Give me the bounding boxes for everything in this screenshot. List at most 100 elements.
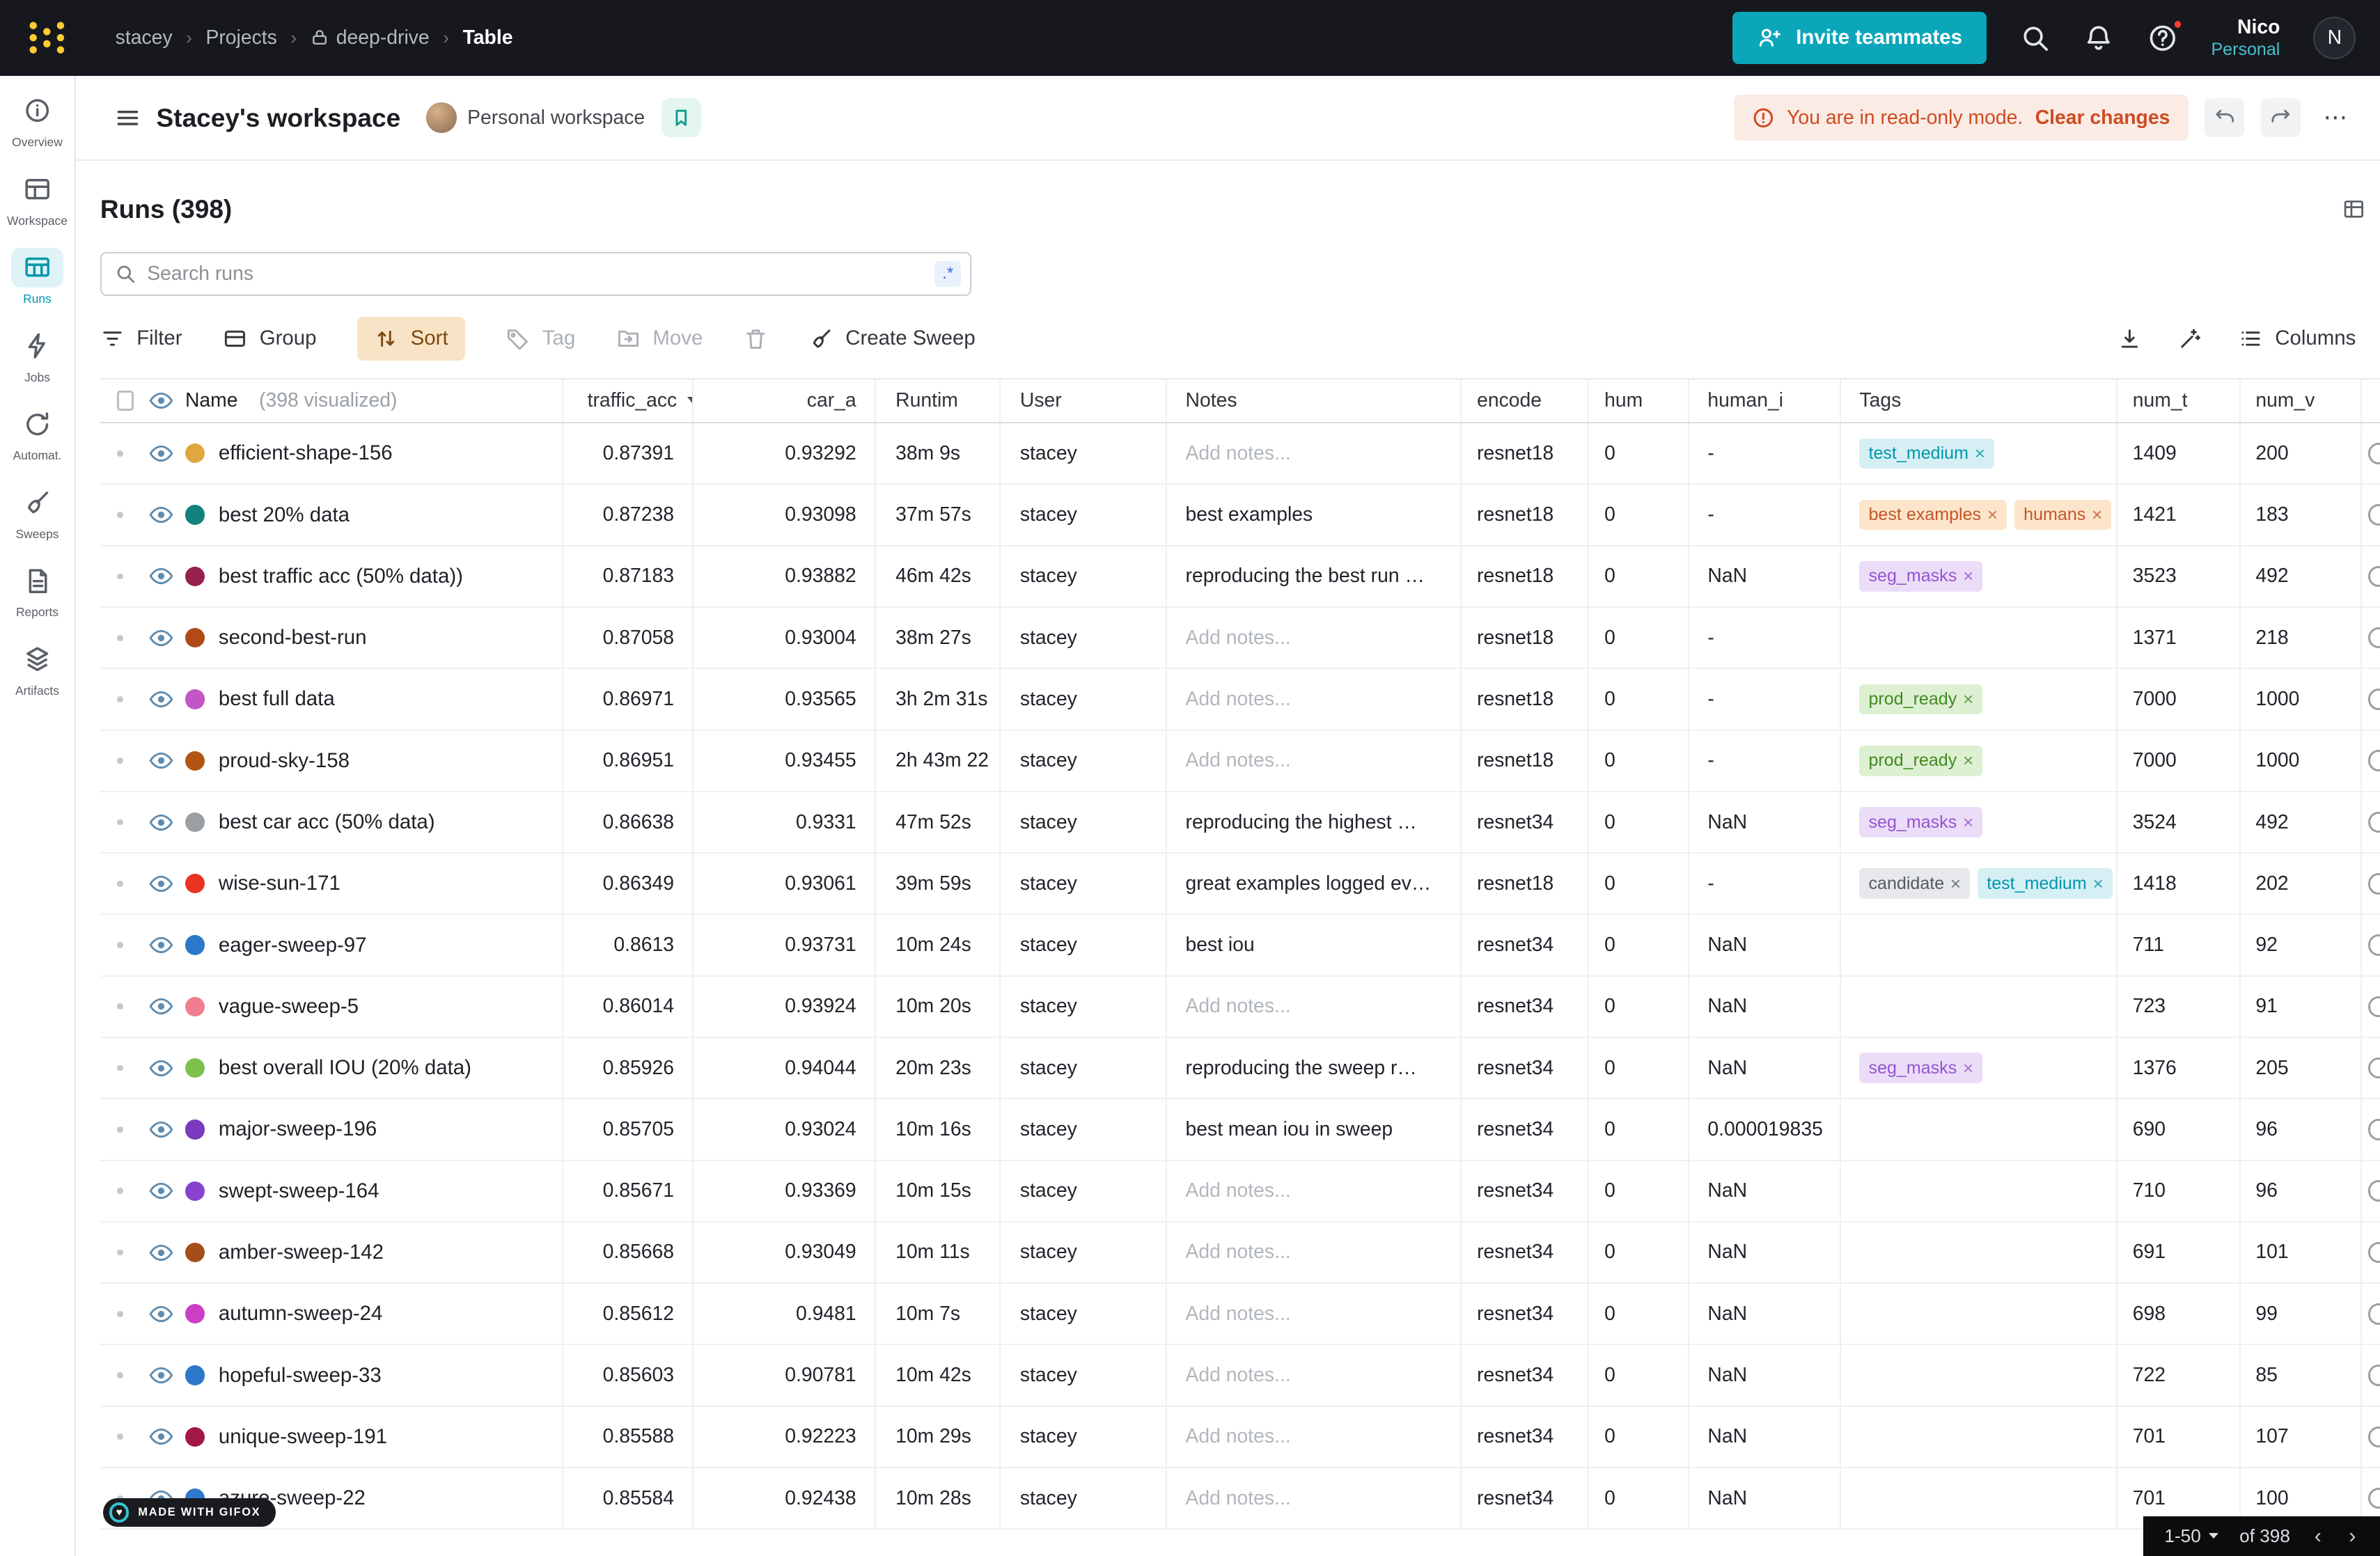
sidebar-item-artifacts[interactable]: Artifacts <box>0 640 75 698</box>
user-block[interactable]: Nico Personal <box>2211 15 2280 60</box>
table-row[interactable]: best 20% data0.872380.9309837m 57sstacey… <box>100 485 2380 546</box>
table-row[interactable]: proud-sky-1580.869510.934552h 43m 22stac… <box>100 731 2380 792</box>
sidebar-item-runs[interactable]: Runs <box>0 248 75 306</box>
notes-cell[interactable]: Add notes... <box>1167 731 1462 791</box>
tag-remove-icon[interactable]: × <box>1975 443 1985 464</box>
run-visibility-toggle[interactable] <box>146 977 179 1037</box>
sort-button[interactable]: Sort <box>357 317 464 361</box>
tag-remove-icon[interactable]: × <box>1963 750 1973 771</box>
run-visibility-toggle[interactable] <box>146 1407 179 1467</box>
run-name-link[interactable]: autumn-sweep-24 <box>219 1302 383 1326</box>
tag[interactable]: prod_ready× <box>1859 746 1982 776</box>
tag-remove-icon[interactable]: × <box>1963 689 1973 710</box>
run-name-link[interactable]: vague-sweep-5 <box>219 995 359 1019</box>
drag-handle[interactable] <box>100 1099 146 1159</box>
tag[interactable]: test_medium× <box>1859 439 1994 469</box>
tag-remove-icon[interactable]: × <box>1950 873 1961 895</box>
redo-button[interactable] <box>2261 98 2301 138</box>
table-row[interactable]: efficient-shape-1560.873910.9329238m 9ss… <box>100 423 2380 485</box>
run-name-link[interactable]: best car acc (50% data) <box>219 810 435 834</box>
run-name-link[interactable]: best overall IOU (20% data) <box>219 1056 471 1080</box>
column-header-tags[interactable]: Tags <box>1841 379 2117 422</box>
drag-handle[interactable] <box>100 1038 146 1098</box>
notes-cell[interactable]: Add notes... <box>1167 1223 1462 1282</box>
wandb-logo-icon[interactable] <box>27 19 67 56</box>
sidebar-item-automations[interactable]: Automat. <box>0 404 75 463</box>
notes-cell[interactable]: reproducing the sweep r… <box>1167 1038 1462 1098</box>
tag[interactable]: seg_masks× <box>1859 561 1982 592</box>
magic-wand-button[interactable] <box>2178 327 2202 351</box>
tag[interactable]: candidate× <box>1859 868 1970 899</box>
table-row[interactable]: best overall IOU (20% data)0.859260.9404… <box>100 1038 2380 1099</box>
table-settings-icon[interactable] <box>2342 198 2365 221</box>
run-visibility-toggle[interactable] <box>146 1099 179 1159</box>
tag[interactable]: humans× <box>2014 500 2111 531</box>
search-runs-input[interactable] <box>147 262 924 285</box>
drag-handle[interactable] <box>100 1284 146 1344</box>
notes-cell[interactable]: Add notes... <box>1167 1345 1462 1405</box>
avatar[interactable]: N <box>2313 17 2356 59</box>
search-icon[interactable] <box>2020 23 2051 54</box>
sidebar-item-overview[interactable]: Overview <box>0 91 75 150</box>
run-visibility-toggle[interactable] <box>146 1345 179 1405</box>
table-row[interactable]: best car acc (50% data)0.866380.933147m … <box>100 792 2380 854</box>
table-row[interactable]: vague-sweep-50.860140.9392410m 20sstacey… <box>100 977 2380 1038</box>
column-header-encoder[interactable]: encode <box>1462 379 1589 422</box>
filter-button[interactable]: Filter <box>100 327 182 351</box>
table-row[interactable]: best full data0.869710.935653h 2m 31ssta… <box>100 669 2380 730</box>
column-header-human-iou[interactable]: human_i <box>1689 379 1841 422</box>
tag-remove-icon[interactable]: × <box>2092 873 2103 895</box>
column-header-num-humans[interactable]: hum <box>1589 379 1689 422</box>
run-visibility-toggle[interactable] <box>146 792 179 852</box>
tag-remove-icon[interactable]: × <box>2092 504 2102 526</box>
table-row[interactable]: autumn-sweep-240.856120.948110m 7sstacey… <box>100 1284 2380 1345</box>
drag-handle[interactable] <box>100 669 146 729</box>
run-name-link[interactable]: amber-sweep-142 <box>219 1241 384 1264</box>
tag-button[interactable]: Tag <box>506 327 575 351</box>
column-header-num-train[interactable]: num_t <box>2117 379 2241 422</box>
toggle-all-visibility[interactable] <box>146 379 179 422</box>
run-visibility-toggle[interactable] <box>146 915 179 975</box>
column-header-num-val[interactable]: num_v <box>2241 379 2362 422</box>
tag-remove-icon[interactable]: × <box>1963 812 1973 833</box>
table-row[interactable]: unique-sweep-1910.855880.9222310m 29ssta… <box>100 1407 2380 1468</box>
run-name-link[interactable]: best traffic acc (50% data)) <box>219 565 463 588</box>
breadcrumb-current[interactable]: Table <box>463 26 513 49</box>
run-visibility-toggle[interactable] <box>146 854 179 913</box>
next-page-icon[interactable]: › <box>2346 1524 2359 1548</box>
notes-cell[interactable]: Add notes... <box>1167 1161 1462 1221</box>
export-download-button[interactable] <box>2117 327 2142 351</box>
page-size-selector[interactable]: 1-50 <box>2164 1525 2218 1547</box>
drag-handle[interactable] <box>100 792 146 852</box>
move-button[interactable]: Move <box>616 327 703 351</box>
table-row[interactable]: major-sweep-1960.857050.9302410m 16sstac… <box>100 1099 2380 1161</box>
run-visibility-toggle[interactable] <box>146 1038 179 1098</box>
tag[interactable]: prod_ready× <box>1859 684 1982 715</box>
columns-button[interactable]: Columns <box>2239 327 2356 351</box>
notes-cell[interactable]: great examples logged ev… <box>1167 854 1462 913</box>
notifications-bell-icon[interactable] <box>2083 23 2114 54</box>
run-name-link[interactable]: best full data <box>219 687 335 711</box>
drag-handle[interactable] <box>100 915 146 975</box>
hamburger-menu-icon[interactable] <box>116 106 140 130</box>
run-name-link[interactable]: wise-sun-171 <box>219 872 340 895</box>
tag[interactable]: best examples× <box>1859 500 2007 531</box>
drag-handle[interactable] <box>100 608 146 668</box>
run-name-link[interactable]: swept-sweep-164 <box>219 1179 379 1203</box>
table-row[interactable]: azure-sweep-220.855840.9243810m 28sstace… <box>100 1468 2380 1530</box>
run-name-link[interactable]: major-sweep-196 <box>219 1117 377 1141</box>
drag-handle[interactable] <box>100 1407 146 1467</box>
delete-button[interactable] <box>744 327 768 351</box>
run-visibility-toggle[interactable] <box>146 731 179 791</box>
run-visibility-toggle[interactable] <box>146 1284 179 1344</box>
prev-page-icon[interactable]: ‹ <box>2311 1524 2324 1548</box>
sidebar-item-reports[interactable]: Reports <box>0 561 75 620</box>
notes-cell[interactable]: Add notes... <box>1167 608 1462 668</box>
drag-handle[interactable] <box>100 731 146 791</box>
run-visibility-toggle[interactable] <box>146 1223 179 1282</box>
sidebar-item-jobs[interactable]: Jobs <box>0 326 75 384</box>
invite-teammates-button[interactable]: Invite teammates <box>1732 12 1987 63</box>
table-row[interactable]: hopeful-sweep-330.856030.9078110m 42ssta… <box>100 1345 2380 1406</box>
breadcrumb-projects[interactable]: Projects <box>205 26 276 49</box>
notes-cell[interactable]: Add notes... <box>1167 1407 1462 1467</box>
